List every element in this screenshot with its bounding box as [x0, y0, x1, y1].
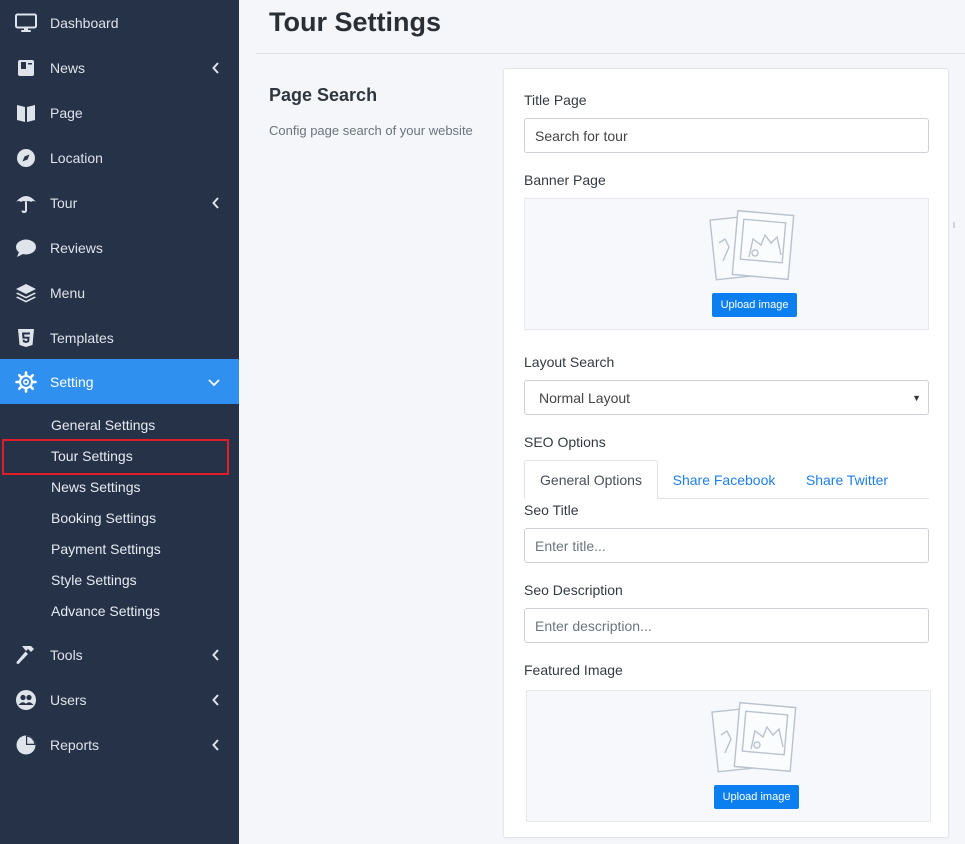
- section-title: Page Search: [269, 85, 378, 105]
- sidebar-item-users[interactable]: Users: [0, 677, 239, 722]
- chevron-left-icon: [212, 648, 219, 661]
- upload-image-button[interactable]: Upload image: [714, 785, 799, 809]
- seo-options-label: SEO Options: [524, 434, 606, 450]
- comment-icon: [15, 237, 37, 259]
- monitor-icon: [15, 12, 37, 34]
- seo-description-input[interactable]: [524, 608, 929, 643]
- sidebar: Dashboard News Page Location Tour Review…: [0, 0, 239, 844]
- sidebar-item-label: Reports: [50, 736, 100, 753]
- sidebar-item-label: Users: [50, 691, 87, 708]
- sidebar-item-reviews[interactable]: Reviews: [0, 225, 239, 270]
- submenu-news-settings[interactable]: News Settings: [51, 479, 140, 495]
- photo-placeholder-icon: [709, 209, 795, 281]
- page-title: Tour Settings: [269, 7, 441, 37]
- sidebar-item-setting[interactable]: Setting: [0, 359, 239, 404]
- sidebar-item-reports[interactable]: Reports: [0, 722, 239, 767]
- title-page-input[interactable]: [524, 118, 929, 153]
- submenu-tour-settings[interactable]: Tour Settings: [51, 448, 133, 464]
- submenu-general-settings[interactable]: General Settings: [51, 417, 155, 433]
- title-page-label: Title Page: [524, 92, 587, 108]
- sidebar-item-news[interactable]: News: [0, 45, 239, 90]
- sidebar-item-label: News: [50, 59, 86, 76]
- gear-icon: [15, 370, 37, 393]
- sidebar-item-location[interactable]: Location: [0, 135, 239, 180]
- users-icon: [15, 689, 37, 711]
- html5-icon: [15, 327, 37, 349]
- sidebar-item-menu[interactable]: Menu: [0, 270, 239, 315]
- umbrella-icon: [15, 192, 37, 214]
- sidebar-item-dashboard[interactable]: Dashboard: [0, 0, 239, 45]
- chevron-left-icon: [212, 61, 219, 74]
- compass-icon: [15, 147, 37, 169]
- layout-search-label: Layout Search: [524, 354, 615, 370]
- sidebar-item-label: Setting: [50, 373, 94, 390]
- scroll-marker: [953, 222, 955, 228]
- pie-chart-icon: [15, 734, 37, 756]
- featured-upload-area[interactable]: Upload image: [526, 690, 931, 822]
- featured-image-label: Featured Image: [524, 662, 623, 678]
- sidebar-item-templates[interactable]: Templates: [0, 315, 239, 360]
- sidebar-item-label: Dashboard: [50, 14, 119, 31]
- chevron-left-icon: [212, 196, 219, 209]
- pages-icon: [15, 102, 37, 124]
- seo-title-label: Seo Title: [524, 502, 579, 518]
- seo-description-label: Seo Description: [524, 582, 623, 598]
- submenu-payment-settings[interactable]: Payment Settings: [51, 541, 161, 557]
- submenu-style-settings[interactable]: Style Settings: [51, 572, 137, 588]
- sidebar-item-label: Tools: [50, 646, 83, 663]
- sidebar-item-label: Reviews: [50, 239, 103, 256]
- sidebar-item-tools[interactable]: Tools: [0, 632, 239, 677]
- banner-upload-area[interactable]: Upload image: [524, 198, 929, 330]
- hammer-icon: [15, 644, 37, 666]
- section-description: Config page search of your website: [269, 123, 473, 138]
- submenu-advance-settings[interactable]: Advance Settings: [51, 603, 160, 619]
- book-icon: [15, 57, 37, 79]
- sidebar-item-tour[interactable]: Tour: [0, 180, 239, 225]
- tab-share-twitter[interactable]: Share Twitter: [794, 460, 900, 499]
- photo-placeholder-icon: [711, 701, 797, 773]
- chevron-down-icon: [208, 378, 220, 386]
- sidebar-item-page[interactable]: Page: [0, 90, 239, 135]
- submenu-booking-settings[interactable]: Booking Settings: [51, 510, 156, 526]
- sidebar-item-label: Tour: [50, 194, 78, 211]
- sidebar-item-label: Templates: [50, 329, 114, 346]
- sidebar-item-label: Menu: [50, 284, 86, 301]
- layers-icon: [15, 282, 37, 304]
- tab-general-options[interactable]: General Options: [524, 460, 658, 499]
- layout-search-select[interactable]: Normal Layout ▼: [524, 380, 929, 415]
- header-divider: [256, 53, 965, 54]
- sidebar-item-label: Location: [50, 149, 103, 166]
- upload-image-button[interactable]: Upload image: [712, 293, 797, 317]
- layout-search-value: Normal Layout: [539, 389, 631, 406]
- seo-title-input[interactable]: [524, 528, 929, 563]
- sidebar-item-label: Page: [50, 104, 83, 121]
- chevron-left-icon: [212, 738, 219, 751]
- banner-page-label: Banner Page: [524, 172, 606, 188]
- tab-share-facebook[interactable]: Share Facebook: [664, 460, 784, 499]
- chevron-left-icon: [212, 693, 219, 706]
- dropdown-arrow-icon: ▼: [912, 393, 921, 403]
